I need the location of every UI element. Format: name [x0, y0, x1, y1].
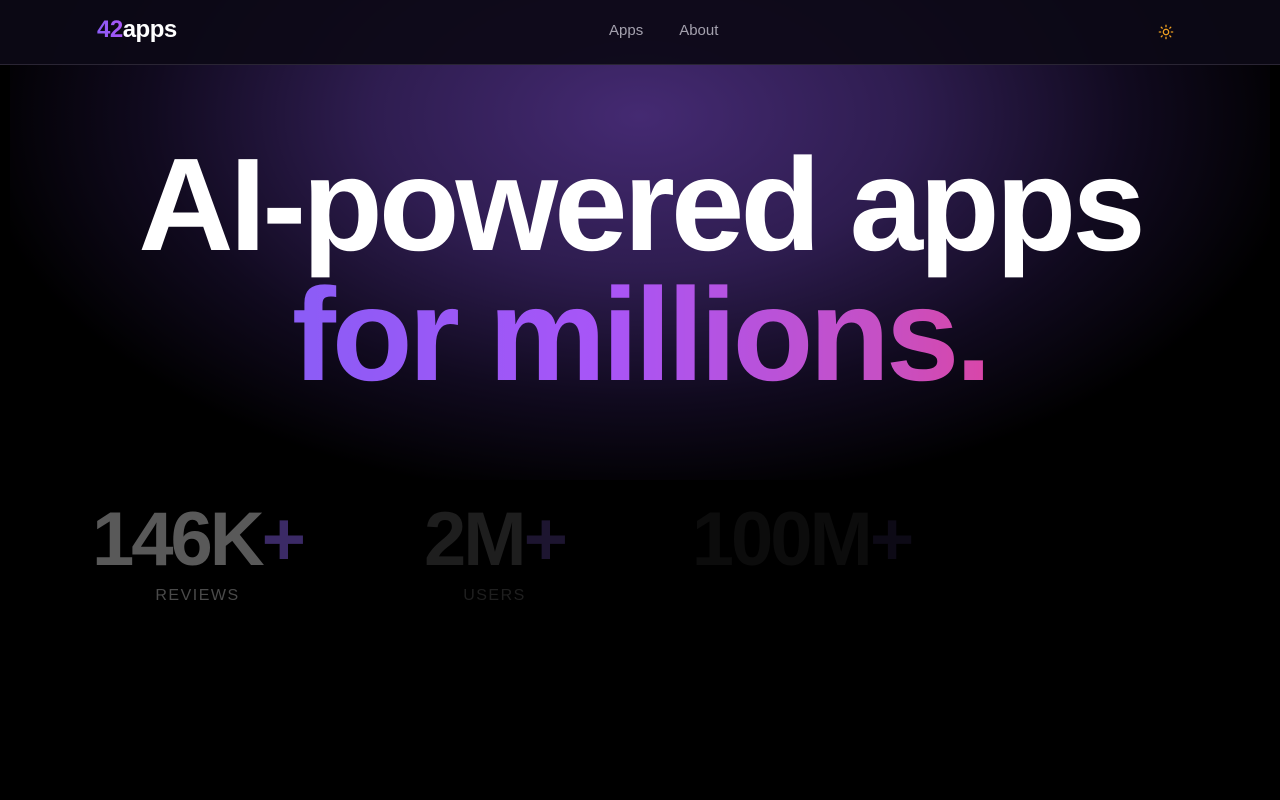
hero-heading-line2-text: for millions.	[291, 261, 992, 408]
stat-suffix: +	[869, 497, 914, 582]
stat-number: 2M	[424, 497, 527, 582]
sun-icon	[1158, 24, 1174, 40]
stat-label: REVIEWS	[155, 587, 240, 604]
nav-link-about[interactable]: About	[679, 22, 718, 39]
hero-heading-line1: AI-powered apps	[138, 131, 1145, 278]
logo-word: apps	[122, 16, 178, 43]
stat-number: 100M	[691, 497, 873, 582]
stat-suffix: +	[261, 497, 306, 582]
page: 42apps Apps About AI-powered apps for mi…	[0, 0, 1280, 800]
stat-value: 2M+	[412, 495, 577, 585]
stat-suffix: +	[523, 497, 568, 582]
stat-number: 146K	[91, 497, 265, 582]
stat-value: 100M+	[684, 495, 919, 585]
stat-label: USERS	[463, 587, 526, 604]
stat-value: 146K+	[90, 495, 306, 585]
nav-link-apps[interactable]: Apps	[609, 22, 643, 39]
hero-section: AI-powered apps for millions.	[0, 131, 1280, 401]
stat-users: 2M+ USERS	[412, 495, 577, 605]
logo-number: 42	[97, 16, 123, 43]
theme-toggle-button[interactable]	[1156, 22, 1176, 42]
stat-third: 100M+	[684, 495, 919, 587]
logo-link[interactable]: 42apps	[97, 16, 177, 44]
stat-reviews: 146K+ REVIEWS	[90, 495, 306, 605]
stats-section: 146K+ REVIEWS 2M+ USERS 100M+	[0, 495, 1280, 635]
main-nav: Apps About	[609, 22, 718, 39]
top-nav-bar: 42apps Apps About	[0, 0, 1280, 65]
hero-heading-line2: for millions.	[0, 269, 1280, 401]
hero-heading: AI-powered apps for millions.	[0, 131, 1280, 401]
